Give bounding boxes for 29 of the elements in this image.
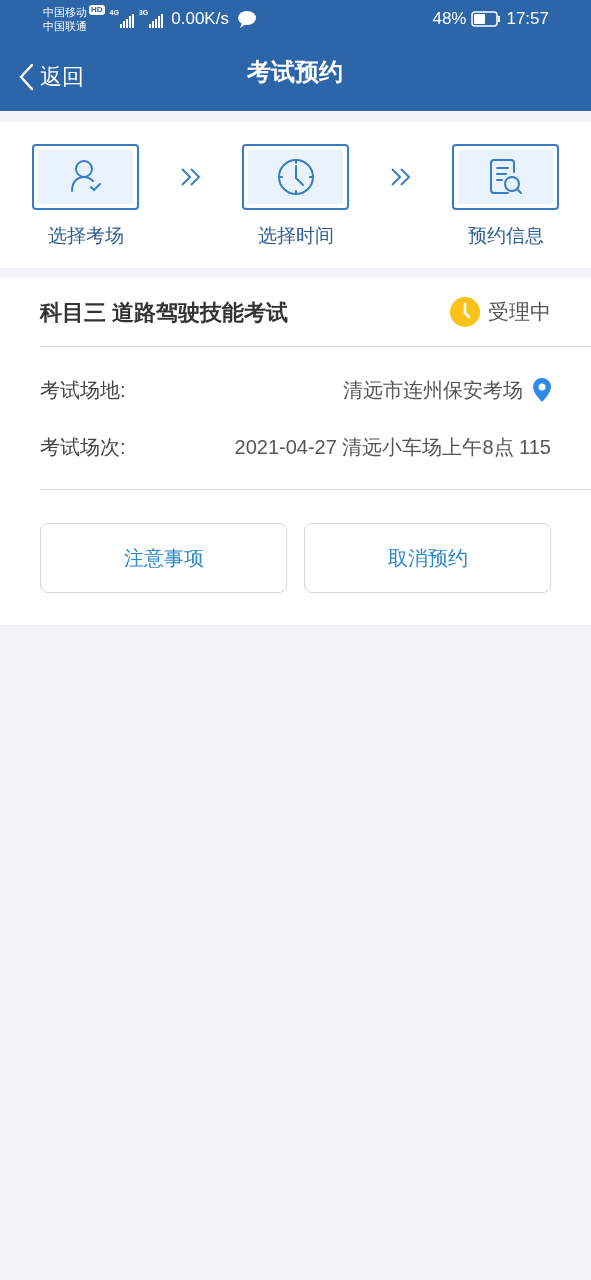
clock-icon — [450, 297, 480, 327]
double-chevron-icon — [179, 167, 202, 187]
page-title: 考试预约 — [246, 56, 343, 87]
back-chevron-icon — [18, 62, 34, 91]
status-label: 受理中 — [488, 299, 551, 326]
exam-title: 科目三 道路驾驶技能考试 — [40, 298, 289, 327]
carrier-name: 中国移动 — [43, 5, 87, 19]
action-button[interactable]: 注意事项 — [40, 523, 287, 593]
battery-percent: 48% — [432, 8, 467, 31]
step-label: 预约信息 — [467, 224, 544, 248]
field-label: 考试场次: — [40, 434, 126, 460]
signal-icon — [119, 14, 134, 28]
clock-time: 17:57 — [506, 8, 549, 31]
back-button[interactable]: 返回 — [18, 60, 84, 93]
chat-bubble-icon — [236, 10, 257, 28]
field-value: 2021-04-27 清远小车场上午8点 115 — [234, 434, 551, 460]
field-label: 考试场地: — [40, 377, 126, 403]
clock-icon — [275, 157, 316, 197]
field-value: 清远市连州保安考场 — [343, 377, 523, 403]
network-speed: 0.00K/s — [171, 8, 229, 31]
carrier-name: 中国联通 — [43, 19, 87, 33]
hd-badge: HD — [89, 5, 105, 15]
map-pin-icon — [533, 377, 551, 402]
step-label: 选择时间 — [257, 224, 334, 248]
battery-icon — [471, 11, 502, 27]
double-chevron-icon — [389, 167, 412, 187]
step-label: 选择考场 — [47, 224, 124, 248]
signal-icon — [149, 14, 164, 28]
action-button[interactable]: 取消预约 — [304, 523, 551, 593]
